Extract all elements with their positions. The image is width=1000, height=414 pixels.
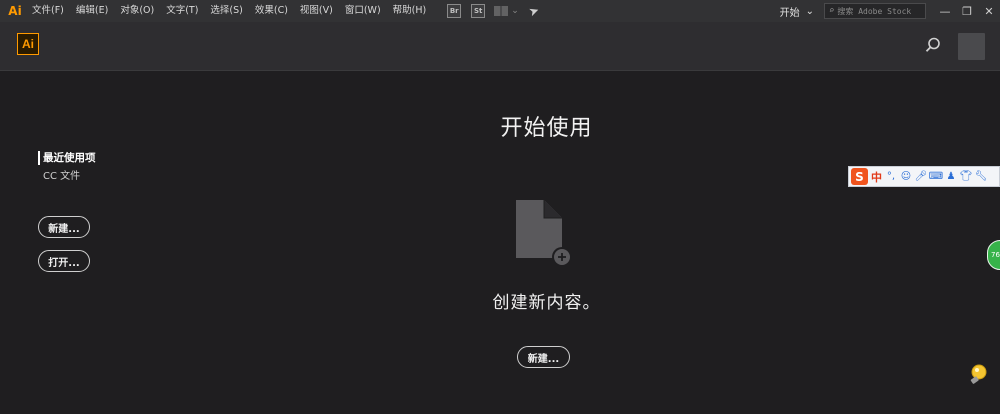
menu-file[interactable]: 文件(F) [26,0,70,22]
microphone-icon[interactable]: 🎤︎ [915,171,928,183]
workspace-switcher[interactable]: 开始 ⌄ [780,4,814,19]
keyboard-icon[interactable]: ⌨ [929,171,943,183]
create-new-text: 创建新内容。 [492,293,601,313]
page-title: 开始使用 [500,116,593,141]
minimize-button[interactable]: — [934,0,956,22]
new-document-icon[interactable] [514,198,574,268]
bridge-icon[interactable]: Br [447,4,462,18]
wrench-icon[interactable]: 🔧︎ [975,171,988,183]
menu-object[interactable]: 对象(O) [114,0,160,22]
search-icon[interactable] [924,36,942,54]
menu-window[interactable]: 窗口(W) [339,0,387,22]
illustrator-logo: Ai [17,33,39,55]
menubar-right: 开始 ⌄ ⌕ 搜索 Adobe Stock — ❐ ✕ [780,0,1000,22]
new-button[interactable]: 新建... [38,216,90,238]
stock-search-input[interactable]: ⌕ 搜索 Adobe Stock [824,3,926,19]
nav-cc-files[interactable]: CC 文件 [43,170,80,184]
chevron-down-icon: ⌄ [805,5,814,17]
ime-language-toggle[interactable]: 中 [871,169,882,185]
app-menu-icon[interactable]: Ai [4,0,26,22]
nav-recent[interactable]: 最近使用项 [38,151,96,165]
emoji-icon[interactable]: ☺ [900,171,912,183]
floating-badge[interactable]: 76 [987,240,1000,270]
menu-type[interactable]: 文字(T) [160,0,204,22]
ime-toolbar: S 中 °, ☺ 🎤︎ ⌨ ♟ 👕︎ 🔧︎ [848,166,1000,187]
avatar[interactable] [958,33,985,60]
user-icon[interactable]: ♟ [945,171,957,183]
lightbulb-icon[interactable] [968,364,988,386]
ime-punctuation-toggle[interactable]: °, [885,171,897,183]
restore-button[interactable]: ❐ [956,0,978,22]
menu-select[interactable]: 选择(S) [204,0,248,22]
gpu-performance-icon[interactable]: ➤ [527,3,541,20]
menu-bar: Ai 文件(F) 编辑(E) 对象(O) 文字(T) 选择(S) 效果(C) 视… [0,0,1000,22]
menu-view[interactable]: 视图(V) [294,0,339,22]
close-button[interactable]: ✕ [978,0,1000,22]
search-icon: ⌕ [829,6,835,16]
skin-shirt-icon[interactable]: 👕︎ [960,171,973,183]
new-button-center[interactable]: 新建... [517,346,570,368]
workspace-label: 开始 [779,7,800,19]
app-header: Ai [0,22,1000,71]
sogou-logo-icon[interactable]: S [851,168,868,185]
stock-icon[interactable]: St [471,4,486,18]
stock-search-placeholder: 搜索 Adobe Stock [837,6,912,16]
arrange-documents-icon[interactable]: ⌄ [494,6,519,16]
menu-effect[interactable]: 效果(C) [249,0,294,22]
menu-edit[interactable]: 编辑(E) [70,0,114,22]
open-button[interactable]: 打开... [38,250,90,272]
menu-help[interactable]: 帮助(H) [387,0,433,22]
